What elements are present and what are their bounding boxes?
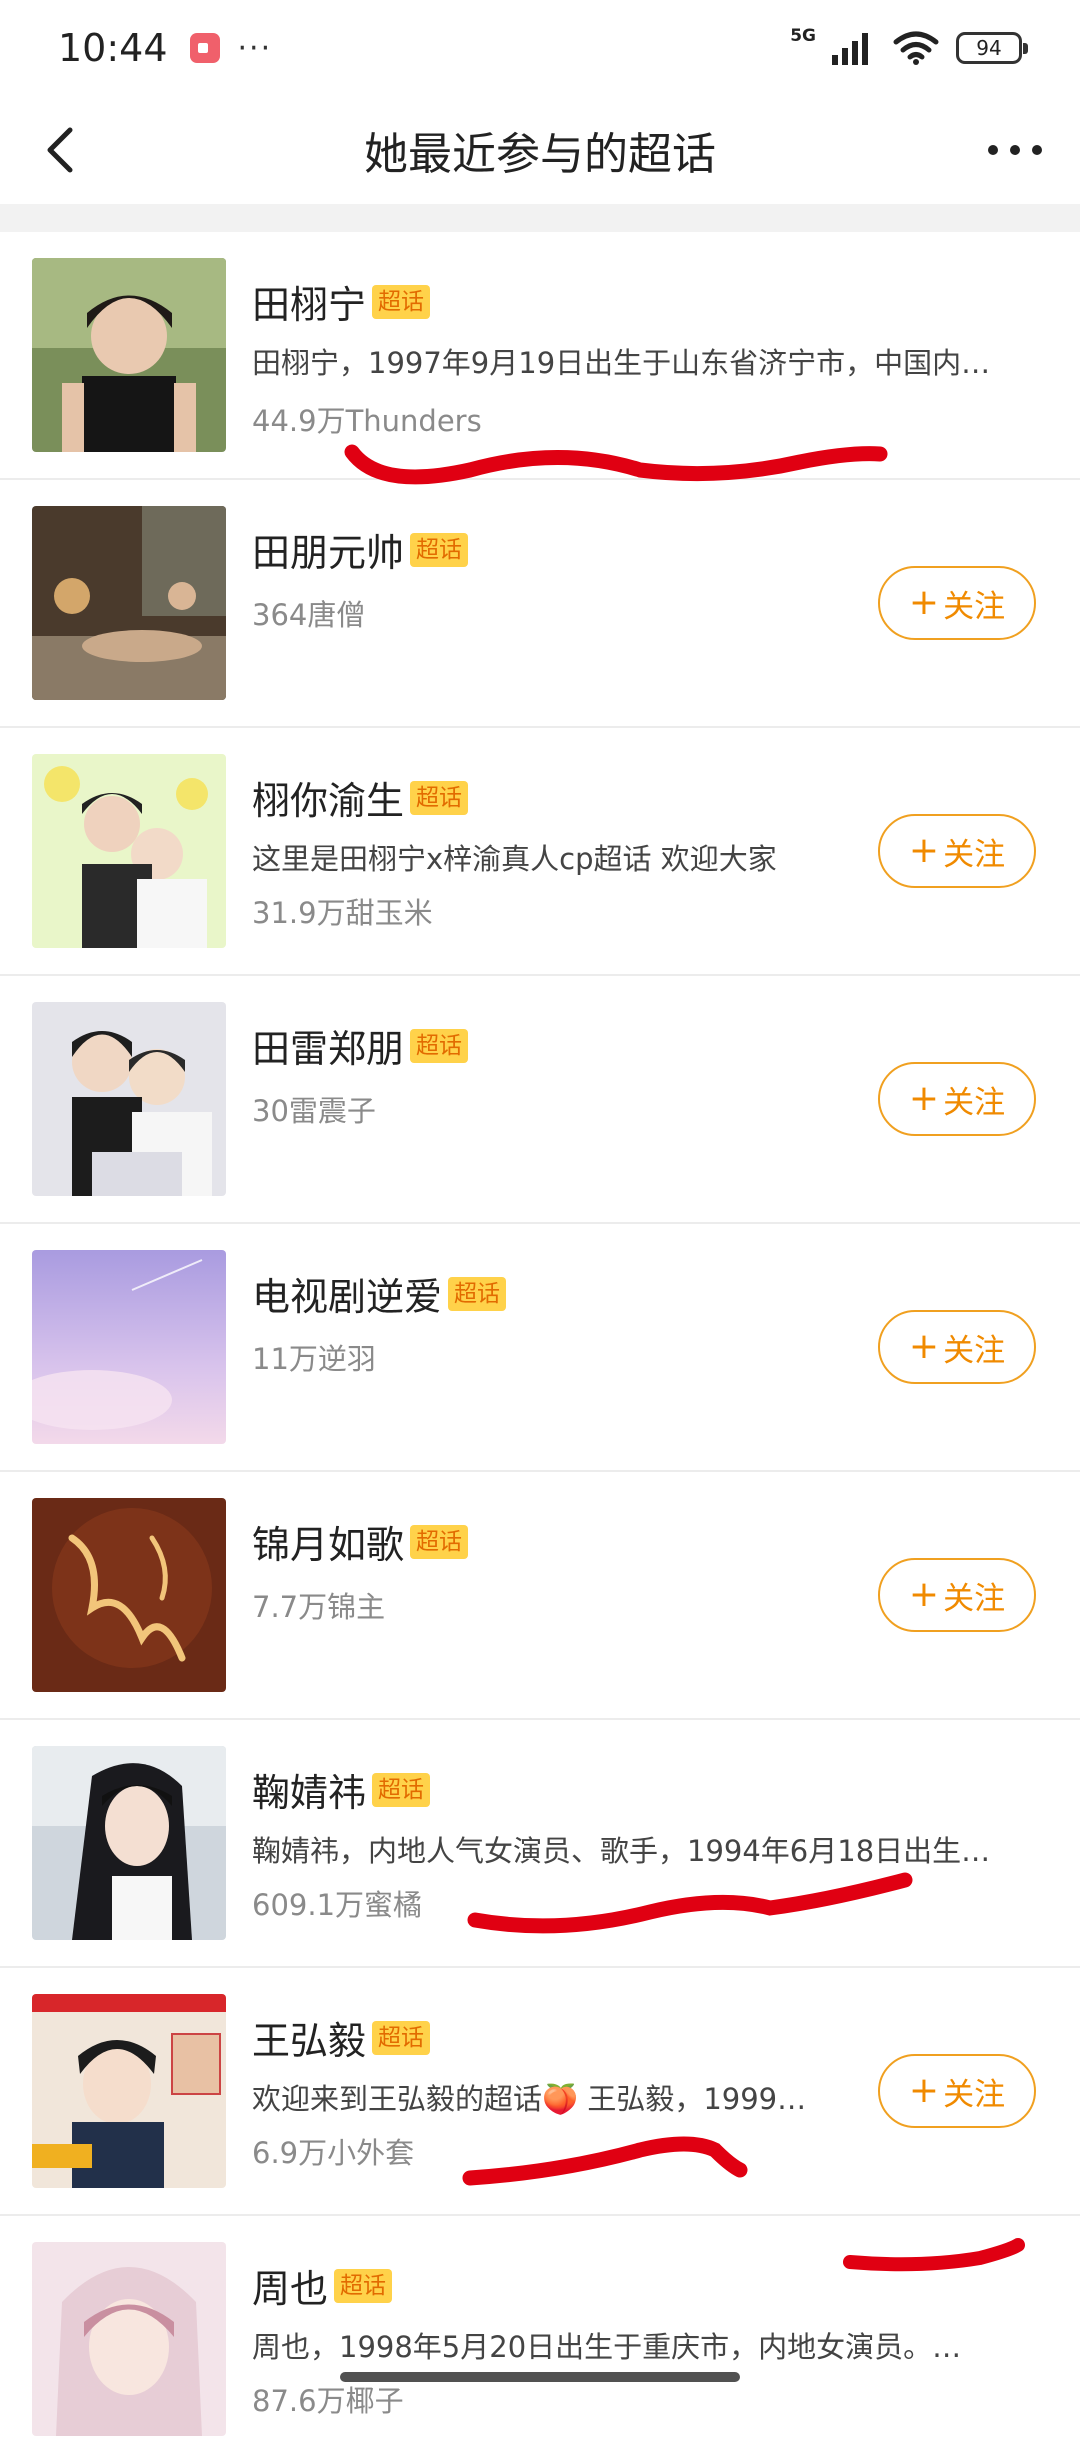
follow-button[interactable]: + 关注	[878, 1558, 1036, 1632]
topic-item[interactable]: 电视剧逆爱 超话 11万逆羽 + 关注	[0, 1224, 1080, 1472]
more-icon[interactable]	[980, 118, 1050, 182]
topic-meta: 364唐僧	[252, 592, 365, 634]
plus-icon: +	[909, 1081, 939, 1117]
topic-name-row: 田栩宁 超话	[252, 274, 430, 329]
topic-name: 锦月如歌	[252, 1514, 404, 1569]
topic-item[interactable]: 田朋元帅 超话 364唐僧 + 关注	[0, 480, 1080, 728]
topic-thumbnail	[32, 258, 226, 452]
topic-name-row: 电视剧逆爱 超话	[252, 1266, 506, 1321]
topic-thumbnail	[32, 2242, 226, 2436]
follow-button[interactable]: + 关注	[878, 1310, 1036, 1384]
follow-button-label: 关注	[943, 1077, 1005, 1122]
plus-icon: +	[909, 2073, 939, 2109]
page-title: 她最近参与的超话	[364, 118, 716, 182]
follow-button-label: 关注	[943, 1573, 1005, 1618]
record-icon	[190, 33, 220, 63]
topic-name-row: 锦月如歌 超话	[252, 1514, 468, 1569]
topic-meta: 30雷震子	[252, 1088, 376, 1130]
topic-item[interactable]: 鞠婧祎 超话 鞠婧祎，内地人气女演员、歌手，1994年6月18日出生… 609.…	[0, 1720, 1080, 1968]
plus-icon: +	[909, 1329, 939, 1365]
topic-name-row: 王弘毅 超话	[252, 2010, 430, 2065]
topic-name: 栩你渝生	[252, 770, 404, 825]
topic-list: 田栩宁 超话 田栩宁，1997年9月19日出生于山东省济宁市，中国内… 44.9…	[0, 232, 1080, 2464]
back-arrow-icon[interactable]	[30, 118, 94, 182]
topic-name: 周也	[252, 2258, 328, 2313]
topic-item[interactable]: 锦月如歌 超话 7.7万锦主 + 关注	[0, 1472, 1080, 1720]
topic-thumbnail	[32, 754, 226, 948]
topic-name-row: 田雷郑朋 超话	[252, 1018, 468, 1073]
network-type: 5G	[790, 26, 816, 46]
follow-button[interactable]: + 关注	[878, 2054, 1036, 2128]
topic-thumbnail	[32, 1250, 226, 1444]
follow-button-label: 关注	[943, 829, 1005, 874]
plus-icon: +	[909, 585, 939, 621]
topic-item[interactable]: 栩你渝生 超话 这里是田栩宁x梓渝真人cp超话 欢迎大家 31.9万甜玉米 + …	[0, 728, 1080, 976]
topic-name-row: 周也 超话	[252, 2258, 392, 2313]
follow-button-label: 关注	[943, 1325, 1005, 1370]
topic-name: 电视剧逆爱	[252, 1266, 442, 1321]
topic-thumbnail	[32, 1994, 226, 2188]
super-topic-tag: 超话	[372, 2021, 430, 2055]
plus-icon: +	[909, 833, 939, 869]
topic-thumbnail	[32, 1002, 226, 1196]
topic-item[interactable]: 田雷郑朋 超话 30雷震子 + 关注	[0, 976, 1080, 1224]
super-topic-tag: 超话	[372, 285, 430, 319]
super-topic-tag: 超话	[410, 781, 468, 815]
super-topic-tag: 超话	[372, 1773, 430, 1807]
topic-thumbnail	[32, 1746, 226, 1940]
topic-name-row: 栩你渝生 超话	[252, 770, 468, 825]
status-time: 10:44	[58, 26, 168, 70]
status-more-dots: ···	[238, 31, 273, 66]
follow-button[interactable]: + 关注	[878, 566, 1036, 640]
topic-meta: 609.1万蜜橘	[252, 1882, 422, 1924]
super-topic-tag: 超话	[334, 2269, 392, 2303]
topic-meta: 87.6万椰子	[252, 2378, 404, 2420]
topic-thumbnail	[32, 1498, 226, 1692]
topic-description: 周也，1998年5月20日出生于重庆市，内地女演员。…	[252, 2324, 1042, 2366]
topic-name: 鞠婧祎	[252, 1762, 366, 1817]
topic-thumbnail	[32, 506, 226, 700]
topic-item[interactable]: 王弘毅 超话 欢迎来到王弘毅的超话🍑 王弘毅，1999… 6.9万小外套 + 关…	[0, 1968, 1080, 2216]
topic-meta: 7.7万锦主	[252, 1584, 385, 1626]
super-topic-tag: 超话	[410, 1029, 468, 1063]
topic-meta: 31.9万甜玉米	[252, 890, 433, 932]
topic-description: 这里是田栩宁x梓渝真人cp超话 欢迎大家	[252, 836, 852, 878]
plus-icon: +	[909, 1577, 939, 1613]
topic-name: 田栩宁	[252, 274, 366, 329]
topic-name-row: 鞠婧祎 超话	[252, 1762, 430, 1817]
follow-button-label: 关注	[943, 581, 1005, 626]
super-topic-tag: 超话	[448, 1277, 506, 1311]
section-divider	[0, 204, 1080, 232]
topic-item[interactable]: 田栩宁 超话 田栩宁，1997年9月19日出生于山东省济宁市，中国内… 44.9…	[0, 232, 1080, 480]
status-bar: 10:44 ··· 5G 94	[0, 0, 1080, 96]
topic-description: 鞠婧祎，内地人气女演员、歌手，1994年6月18日出生…	[252, 1828, 1042, 1870]
wifi-icon	[892, 30, 940, 66]
follow-button[interactable]: + 关注	[878, 814, 1036, 888]
topic-name: 田朋元帅	[252, 522, 404, 577]
follow-button[interactable]: + 关注	[878, 1062, 1036, 1136]
topic-item[interactable]: 周也 超话 周也，1998年5月20日出生于重庆市，内地女演员。… 87.6万椰…	[0, 2216, 1080, 2464]
status-right: 5G 94	[790, 30, 1022, 66]
topic-name: 田雷郑朋	[252, 1018, 404, 1073]
signal-icon	[832, 31, 876, 65]
battery-icon: 94	[956, 32, 1022, 64]
home-indicator[interactable]	[340, 2372, 740, 2382]
topic-meta: 11万逆羽	[252, 1336, 376, 1378]
topic-description: 田栩宁，1997年9月19日出生于山东省济宁市，中国内…	[252, 340, 1042, 382]
topic-description: 欢迎来到王弘毅的超话🍑 王弘毅，1999…	[252, 2076, 842, 2118]
super-topic-tag: 超话	[410, 1525, 468, 1559]
topic-meta: 6.9万小外套	[252, 2130, 414, 2172]
topic-name-row: 田朋元帅 超话	[252, 522, 468, 577]
topic-meta: 44.9万Thunders	[252, 398, 482, 440]
topic-name: 王弘毅	[252, 2010, 366, 2065]
follow-button-label: 关注	[943, 2069, 1005, 2114]
nav-bar: 她最近参与的超话	[0, 96, 1080, 204]
super-topic-tag: 超话	[410, 533, 468, 567]
